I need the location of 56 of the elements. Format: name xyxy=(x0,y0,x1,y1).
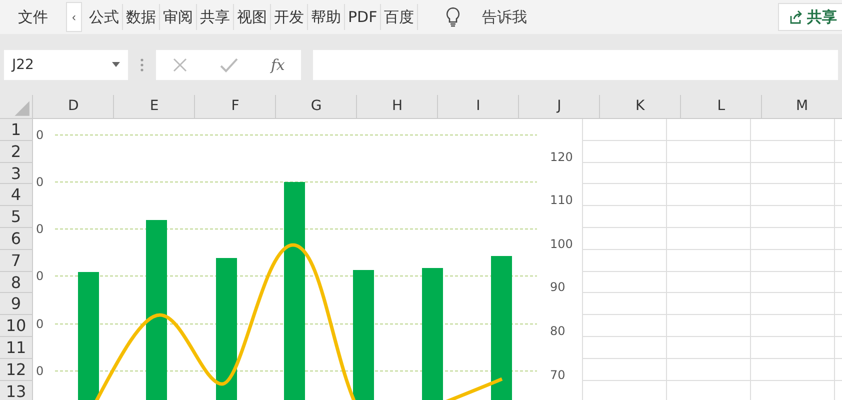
caret-icon xyxy=(112,62,120,67)
ribbon-tab[interactable]: 数据 xyxy=(123,4,160,30)
insert-function-button[interactable]: fx xyxy=(270,56,285,74)
name-box[interactable]: J22 xyxy=(4,50,128,80)
row-header[interactable]: 7 xyxy=(0,250,32,272)
row-header[interactable]: 1 xyxy=(0,119,32,141)
share-button[interactable]: 共享 xyxy=(778,3,842,31)
row-header[interactable]: 3 xyxy=(0,162,32,184)
column-header[interactable]: G xyxy=(275,95,356,118)
axis-label: 70 xyxy=(550,368,566,382)
column-header[interactable]: H xyxy=(356,95,438,118)
row-header[interactable]: 5 xyxy=(0,206,32,228)
file-tab[interactable]: 文件 xyxy=(0,4,66,30)
column-header[interactable]: L xyxy=(680,95,762,118)
axis-label: 0 xyxy=(36,269,44,283)
axis-label: 90 xyxy=(550,280,566,294)
axis-label: 0 xyxy=(36,317,44,331)
axis-label: 120 xyxy=(550,150,573,164)
ribbon-tab[interactable]: 帮助 xyxy=(308,4,345,30)
row-header[interactable]: 11 xyxy=(0,336,32,359)
row-header[interactable]: 12 xyxy=(0,358,32,381)
column-header[interactable]: J xyxy=(518,95,600,118)
column-header[interactable]: E xyxy=(113,95,194,118)
row-header[interactable]: 6 xyxy=(0,228,32,250)
axis-label: 0 xyxy=(36,128,44,142)
row-header[interactable]: 9 xyxy=(0,293,32,316)
tell-me-field[interactable]: 告诉我 xyxy=(482,8,528,26)
axis-label: 0 xyxy=(36,364,44,378)
grip-icon xyxy=(140,56,144,72)
axis-label: 0 xyxy=(36,222,44,236)
cancel-icon[interactable] xyxy=(172,56,188,72)
axis-label: 100 xyxy=(550,237,573,251)
axis-label: 110 xyxy=(550,193,573,207)
row-header[interactable]: 8 xyxy=(0,272,32,294)
row-header[interactable]: 4 xyxy=(0,184,32,206)
ribbon-tab[interactable]: 百度 xyxy=(381,4,418,30)
column-header[interactable]: M xyxy=(761,95,842,118)
ribbon-tab[interactable]: 共享 xyxy=(197,4,234,30)
check-icon[interactable] xyxy=(220,56,238,72)
column-header[interactable]: D xyxy=(32,95,114,118)
axis-label: 80 xyxy=(550,324,566,338)
row-header[interactable]: 13 xyxy=(0,380,32,400)
ribbon-tab[interactable]: PDF xyxy=(345,4,382,30)
scroll-left-button[interactable]: ‹ xyxy=(66,2,82,32)
column-header[interactable]: I xyxy=(437,95,518,118)
ribbon-tab[interactable]: 视图 xyxy=(234,4,271,30)
ribbon-tab[interactable]: 公式 xyxy=(86,4,123,30)
row-header[interactable]: 10 xyxy=(0,315,32,337)
column-header[interactable]: K xyxy=(599,95,680,118)
row-header[interactable]: 2 xyxy=(0,140,32,163)
share-icon xyxy=(789,10,803,24)
lightbulb-icon xyxy=(446,7,460,27)
ribbon-tab[interactable]: 审阅 xyxy=(160,4,197,30)
ribbon-tab[interactable]: 开发 xyxy=(271,4,308,30)
column-header[interactable]: F xyxy=(194,95,276,118)
axis-label: 0 xyxy=(36,175,44,189)
